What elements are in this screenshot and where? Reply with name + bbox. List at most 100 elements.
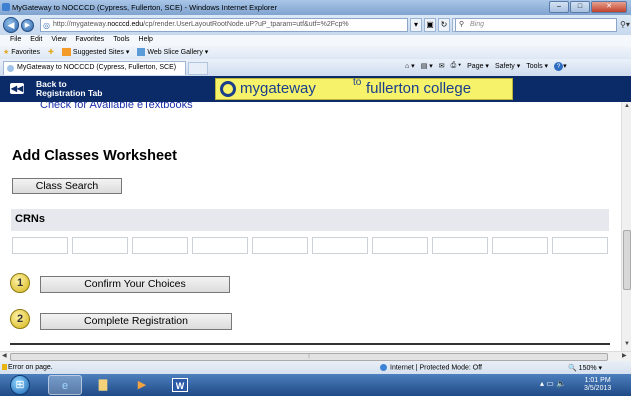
home-icon[interactable]: ⌂ ▾ <box>405 62 415 71</box>
horizontal-scroll-thumb[interactable]: ⦙ <box>10 353 608 361</box>
system-tray: ▴ ▭ 🔈 <box>540 379 566 388</box>
warning-icon <box>2 364 7 370</box>
show-hidden-icon[interactable]: ▴ <box>540 379 544 388</box>
etextbooks-link[interactable]: Check for Available eTextbooks <box>40 102 193 111</box>
web-slice-icon <box>137 48 146 57</box>
favorites-label: Favorites <box>11 49 41 56</box>
url-prefix: http://mygateway. <box>53 21 108 28</box>
back-double-arrow-icon[interactable]: ◀◀ <box>10 83 24 94</box>
tools-menu[interactable]: Tools ▾ <box>526 62 548 71</box>
star-icon: ★ <box>3 49 10 56</box>
back-to-registration-link[interactable]: Back to Registration Tab <box>36 80 102 98</box>
scroll-left-icon[interactable]: ◀ <box>2 352 7 359</box>
crn-field-4[interactable] <box>192 237 248 254</box>
zoom-level[interactable]: 🔍 150% ▾ <box>568 364 602 372</box>
suggested-sites-icon <box>61 48 71 57</box>
crn-field-8[interactable] <box>432 237 488 254</box>
favorites-button[interactable]: ★ Favorites <box>3 48 40 59</box>
menu-view[interactable]: View <box>51 36 66 46</box>
dropdown-icon[interactable]: ▾ <box>410 18 422 32</box>
scroll-up-icon[interactable]: ▲ <box>623 103 631 112</box>
clock-time: 1:01 PM <box>584 377 611 384</box>
crn-field-7[interactable] <box>372 237 428 254</box>
media-player-icon[interactable]: ▶ <box>125 375 159 395</box>
crn-field-1[interactable] <box>12 237 68 254</box>
web-slice-gallery[interactable]: Web Slice Gallery ▾ <box>137 48 208 59</box>
mail-icon[interactable]: ✉ <box>439 62 445 71</box>
compatibility-icon[interactable]: ▣ <box>424 18 436 32</box>
crn-field-6[interactable] <box>312 237 368 254</box>
maximize-button[interactable]: □ <box>570 1 590 13</box>
word-icon[interactable]: W <box>163 375 197 395</box>
url-input[interactable]: ◎ http://mygateway.nocccd.edu/cp/render.… <box>40 18 408 32</box>
crn-field-9[interactable] <box>492 237 548 254</box>
menu-favorites[interactable]: Favorites <box>75 36 104 46</box>
command-bar: ⌂ ▾ ▤ ▾ ✉ ⎙ ▾ Page ▾ Safety ▾ Tools ▾ ? ▾ <box>405 62 567 71</box>
minimize-button[interactable]: – <box>549 1 569 13</box>
gateway-header: ◀◀ Back to Registration Tab mygateway to… <box>0 76 631 102</box>
menu-bar: File Edit View Favorites Tools Help <box>0 35 631 46</box>
step-1-badge: 1 <box>10 273 30 293</box>
close-button[interactable]: ✕ <box>591 1 627 13</box>
scroll-down-icon[interactable]: ▼ <box>623 341 631 350</box>
url-rest: /cp/render.UserLayoutRootNode.uP?uP_tpar… <box>143 21 349 28</box>
crn-field-2[interactable] <box>72 237 128 254</box>
volume-icon[interactable]: 🔈 <box>556 379 566 388</box>
add-favorite-icon[interactable]: ✚ <box>48 48 54 59</box>
clock[interactable]: 1:01 PM 3/5/2013 <box>584 377 611 393</box>
zoom-value: 150% <box>578 365 597 372</box>
crn-field-5[interactable] <box>252 237 308 254</box>
window-controls: – □ ✕ <box>549 1 627 13</box>
tab-mygateway[interactable]: MyGateway to NOCCCD (Cypress, Fullerton,… <box>3 61 186 75</box>
suggested-sites[interactable]: Suggested Sites ▾ <box>61 48 130 59</box>
favorites-bar: ★ Favorites ✚ Suggested Sites ▾ Web Slic… <box>0 46 631 59</box>
zone-label: Internet | Protected Mode: Off <box>390 364 482 372</box>
internet-explorer-icon[interactable]: e <box>48 375 82 395</box>
error-on-page[interactable]: Error on page. <box>8 364 53 371</box>
tab-favicon <box>7 65 14 72</box>
print-icon[interactable]: ⎙ ▾ <box>451 62 462 71</box>
window-title-bar[interactable]: MyGateway to NOCCCD (Cypress, Fullerton,… <box>0 0 631 15</box>
refresh-icon[interactable]: ↻ <box>438 18 450 32</box>
status-bar: Error on page. Internet | Protected Mode… <box>0 361 631 374</box>
vertical-scroll-thumb[interactable] <box>623 230 631 290</box>
search-input[interactable]: ⚲ Bing <box>455 18 617 32</box>
folder-icon[interactable]: ▇ <box>86 375 120 395</box>
vertical-scrollbar[interactable]: ▲ ▼ <box>621 102 631 351</box>
network-icon[interactable]: ▭ <box>546 379 554 388</box>
logo-college: fullerton college <box>366 80 472 97</box>
menu-edit[interactable]: Edit <box>30 36 42 46</box>
page-menu[interactable]: Page ▾ <box>467 62 489 71</box>
suggested-sites-label: Suggested Sites ▾ <box>72 49 130 56</box>
page-content: Check for Available eTextbooks Add Class… <box>0 102 621 351</box>
menu-file[interactable]: File <box>10 36 21 46</box>
step-2-badge: 2 <box>10 309 30 329</box>
horizontal-scrollbar[interactable]: ◀ ⦙ ▶ <box>0 351 631 361</box>
search-icon: ⚲ <box>459 21 465 28</box>
back-line2: Registration Tab <box>36 88 103 98</box>
feeds-icon[interactable]: ▤ ▾ <box>421 62 433 71</box>
class-search-button[interactable]: Class Search <box>12 178 122 194</box>
globe-icon <box>380 364 387 371</box>
start-button[interactable]: ⊞ <box>10 375 30 395</box>
page-title: Add Classes Worksheet <box>12 148 177 164</box>
safety-menu[interactable]: Safety ▾ <box>495 62 520 71</box>
search-go-icon[interactable]: ⚲▾ <box>620 20 630 29</box>
back-arrow-icon[interactable]: ◀ <box>3 17 19 33</box>
divider <box>10 343 610 345</box>
url-domain: nocccd.edu <box>107 21 144 28</box>
complete-registration-button[interactable]: Complete Registration <box>40 313 232 330</box>
confirm-choices-button[interactable]: Confirm Your Choices <box>40 276 230 293</box>
help-icon[interactable]: ? ▾ <box>554 62 567 71</box>
logo-mygateway: mygateway <box>240 80 316 97</box>
crn-field-3[interactable] <box>132 237 188 254</box>
menu-help[interactable]: Help <box>139 36 153 46</box>
taskbar: ⊞ e ▇ ▶ W ▴ ▭ 🔈 1:01 PM 3/5/2013 <box>0 374 631 396</box>
address-bar-row: ◀ ▶ ◎ http://mygateway.nocccd.edu/cp/ren… <box>0 15 631 35</box>
menu-tools[interactable]: Tools <box>113 36 129 46</box>
crn-field-10[interactable] <box>552 237 608 254</box>
new-tab-button[interactable] <box>188 62 208 75</box>
forward-arrow-icon[interactable]: ▶ <box>21 19 34 32</box>
scroll-right-icon[interactable]: ▶ <box>622 352 627 359</box>
mygateway-banner: mygateway to fullerton college <box>215 77 513 100</box>
